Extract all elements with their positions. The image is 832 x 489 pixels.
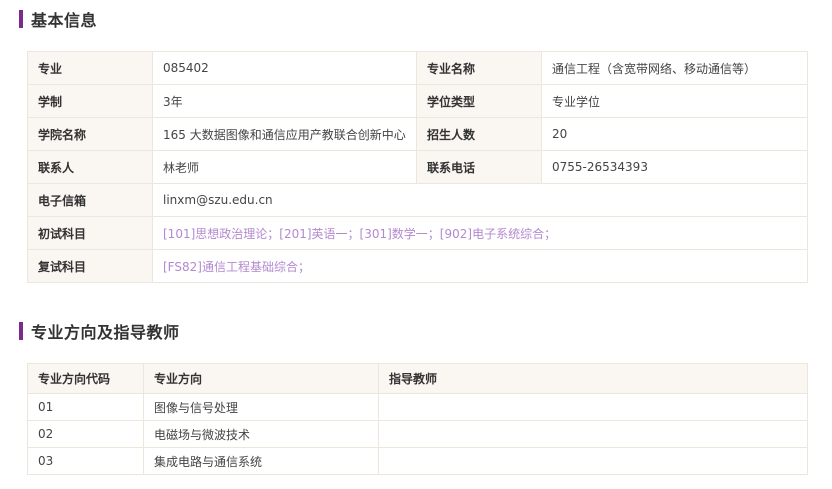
direction-advisor: [378, 447, 808, 475]
direction-name: 集成电路与通信系统: [143, 447, 379, 475]
field-label-college: 学院名称: [27, 117, 153, 151]
direction-code: 02: [27, 420, 144, 448]
field-value-enrollment: 20: [541, 117, 808, 151]
table-row: 复试科目 [FS82]通信工程基础综合；: [27, 249, 808, 283]
section-title-basic-info: 基本信息: [19, 10, 98, 30]
direction-advisor: [378, 420, 808, 448]
column-header-code: 专业方向代码: [27, 363, 144, 394]
direction-advisor: [378, 393, 808, 421]
field-value-retest-subjects[interactable]: [FS82]通信工程基础综合；: [152, 249, 808, 283]
table-row: 学院名称 165 大数据图像和通信应用产教联合创新中心 招生人数 20: [27, 117, 808, 151]
field-value-phone: 0755-26534393: [541, 150, 808, 184]
field-value-major-name: 通信工程（含宽带网络、移动通信等）: [541, 51, 808, 85]
table-row: 02 电磁场与微波技术: [27, 420, 808, 448]
section-accent-bar: [19, 10, 23, 28]
field-label-email: 电子信箱: [27, 183, 153, 217]
field-label-duration: 学制: [27, 84, 153, 118]
field-label-major-code: 专业: [27, 51, 153, 85]
field-value-college: 165 大数据图像和通信应用产教联合创新中心: [152, 117, 417, 151]
field-value-degree-type: 专业学位: [541, 84, 808, 118]
section-accent-bar: [19, 322, 23, 340]
field-label-retest-subjects: 复试科目: [27, 249, 153, 283]
field-value-major-code: 085402: [152, 51, 417, 85]
section-title-text: 专业方向及指导教师: [31, 323, 180, 342]
directions-table: 专业方向代码 专业方向 指导教师 01 图像与信号处理 02 电磁场与微波技术 …: [27, 363, 808, 475]
field-value-email: linxm@szu.edu.cn: [152, 183, 808, 217]
field-label-enrollment: 招生人数: [416, 117, 542, 151]
column-header-advisor: 指导教师: [378, 363, 808, 394]
field-label-degree-type: 学位类型: [416, 84, 542, 118]
section-title-directions: 专业方向及指导教师: [19, 322, 180, 342]
column-header-direction: 专业方向: [143, 363, 379, 394]
table-row: 03 集成电路与通信系统: [27, 447, 808, 475]
field-value-contact: 林老师: [152, 150, 417, 184]
basic-info-table: 专业 085402 专业名称 通信工程（含宽带网络、移动通信等） 学制 3年 学…: [27, 51, 808, 283]
field-value-duration: 3年: [152, 84, 417, 118]
direction-code: 01: [27, 393, 144, 421]
direction-name: 图像与信号处理: [143, 393, 379, 421]
field-label-major-name: 专业名称: [416, 51, 542, 85]
table-row: 专业 085402 专业名称 通信工程（含宽带网络、移动通信等）: [27, 51, 808, 85]
field-label-phone: 联系电话: [416, 150, 542, 184]
table-row: 初试科目 [101]思想政治理论；[201]英语一；[301]数学一；[902]…: [27, 216, 808, 250]
table-row: 电子信箱 linxm@szu.edu.cn: [27, 183, 808, 217]
table-row: 联系人 林老师 联系电话 0755-26534393: [27, 150, 808, 184]
field-value-prelim-subjects[interactable]: [101]思想政治理论；[201]英语一；[301]数学一；[902]电子系统综…: [152, 216, 808, 250]
field-label-contact: 联系人: [27, 150, 153, 184]
field-label-prelim-subjects: 初试科目: [27, 216, 153, 250]
direction-name: 电磁场与微波技术: [143, 420, 379, 448]
section-title-text: 基本信息: [31, 11, 98, 30]
table-row: 学制 3年 学位类型 专业学位: [27, 84, 808, 118]
table-row: 01 图像与信号处理: [27, 393, 808, 421]
direction-code: 03: [27, 447, 144, 475]
table-header-row: 专业方向代码 专业方向 指导教师: [27, 363, 808, 394]
